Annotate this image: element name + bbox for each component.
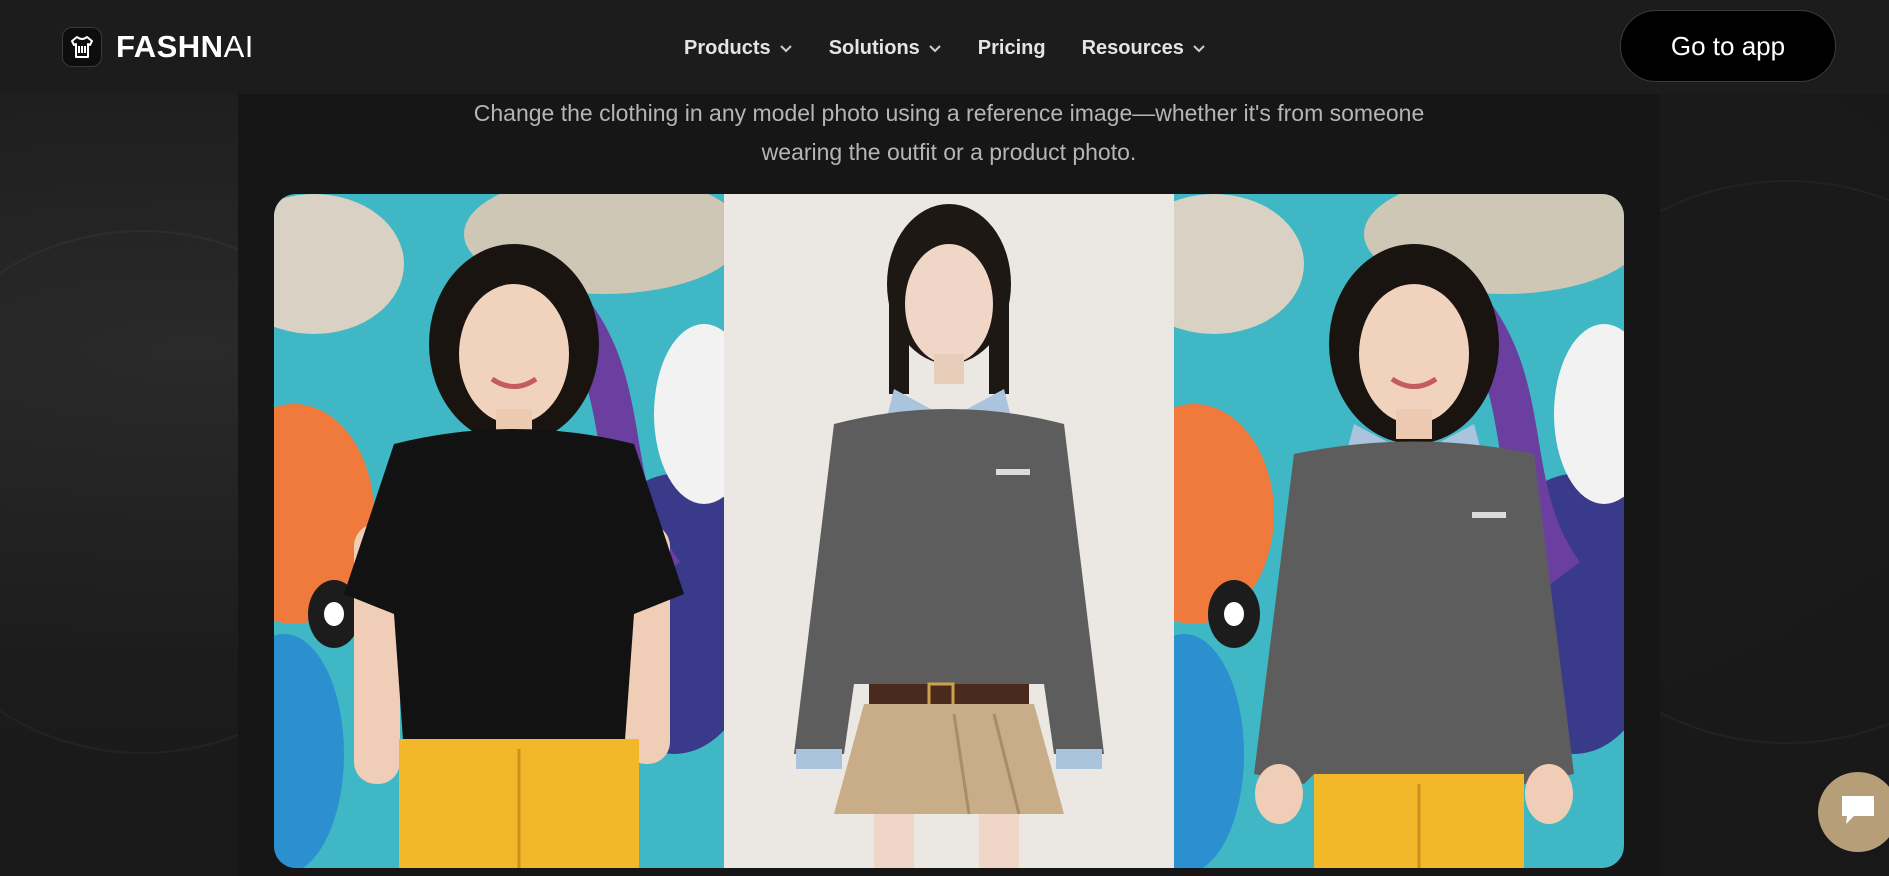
hero-card: Change the clothing in any model photo u… (238, 94, 1660, 876)
model-photo (274, 194, 724, 868)
chevron-down-icon (928, 43, 942, 53)
main-nav: Products Solutions Pricing Resources (684, 30, 1242, 66)
brand-name: FASHNAI (116, 29, 254, 65)
brand-logo-link[interactable]: FASHNAI (62, 26, 254, 68)
nav-products[interactable]: Products (684, 37, 793, 60)
nav-pricing[interactable]: Pricing (978, 37, 1046, 60)
chevron-down-icon (779, 43, 793, 53)
site-header: FASHNAI Products Solutions Pricing Resou… (0, 0, 1889, 94)
nav-solutions-label: Solutions (828, 36, 920, 59)
hero-subtitle-line-1: Change the clothing in any model photo u… (473, 100, 1425, 126)
nav-resources[interactable]: Resources (1082, 37, 1206, 60)
chat-bubble-icon (1838, 792, 1878, 833)
before-after-gallery (274, 194, 1624, 868)
nav-resources-label: Resources (1081, 36, 1184, 59)
brand-name-bold: FASHN (116, 29, 224, 64)
nav-solutions[interactable]: Solutions (829, 37, 942, 60)
shirt-logo-icon (62, 27, 102, 67)
chat-widget-button[interactable] (1818, 772, 1889, 852)
nav-products-label: Products (684, 36, 771, 59)
hero-subtitle-line-2: wearing the outfit or a product photo. (761, 139, 1137, 165)
reference-garment-photo (724, 194, 1174, 868)
chevron-down-icon (1192, 43, 1206, 53)
brand-name-thin: AI (223, 29, 254, 64)
nav-pricing-label: Pricing (977, 36, 1046, 59)
go-to-app-button[interactable]: Go to app (1620, 10, 1836, 82)
result-photo (1174, 194, 1624, 868)
page: FASHNAI Products Solutions Pricing Resou… (0, 0, 1889, 876)
hero-subtitle: Change the clothing in any model photo u… (238, 94, 1660, 172)
